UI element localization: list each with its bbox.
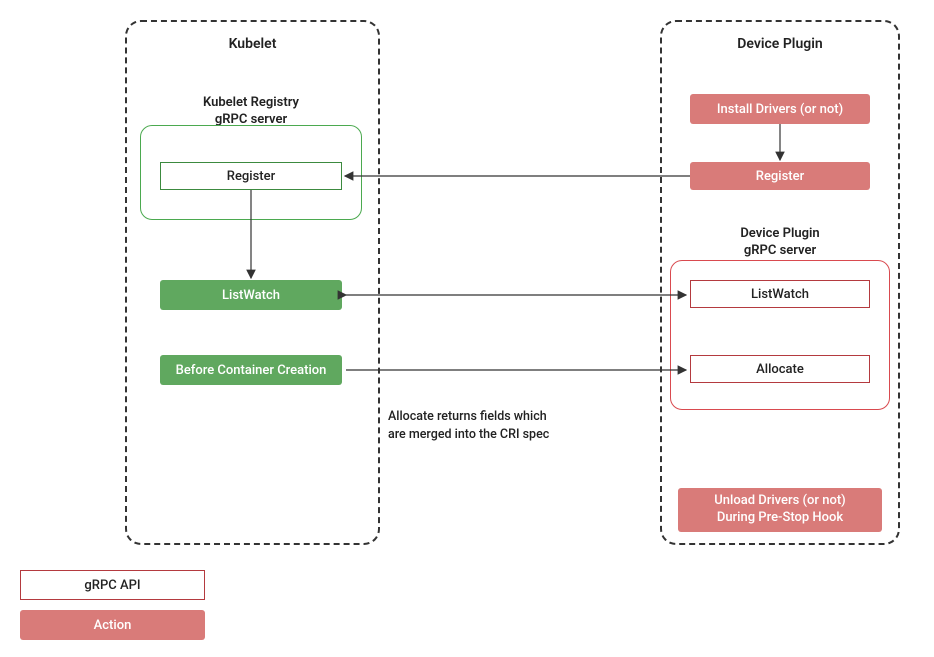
kubelet-before-container-action: Before Container Creation <box>160 355 342 385</box>
allocate-annotation: Allocate returns fields which are merged… <box>388 408 608 443</box>
kubelet-title: Kubelet <box>127 36 378 52</box>
kubelet-listwatch-action: ListWatch <box>160 280 342 310</box>
kubelet-register-api: Register <box>160 162 342 190</box>
kubelet-registry-heading: Kubelet Registry gRPC server <box>140 95 362 129</box>
device-allocate-api: Allocate <box>690 355 870 383</box>
device-register-action: Register <box>690 162 870 190</box>
unload-drivers-action: Unload Drivers (or not) During Pre-Stop … <box>678 488 882 532</box>
device-listwatch-api: ListWatch <box>690 280 870 308</box>
legend-grpc-api: gRPC API <box>20 570 205 600</box>
device-grpc-heading: Device Plugin gRPC server <box>670 226 890 260</box>
legend-action: Action <box>20 610 205 640</box>
install-drivers-action: Install Drivers (or not) <box>690 94 870 124</box>
device-plugin-title: Device Plugin <box>662 36 898 52</box>
